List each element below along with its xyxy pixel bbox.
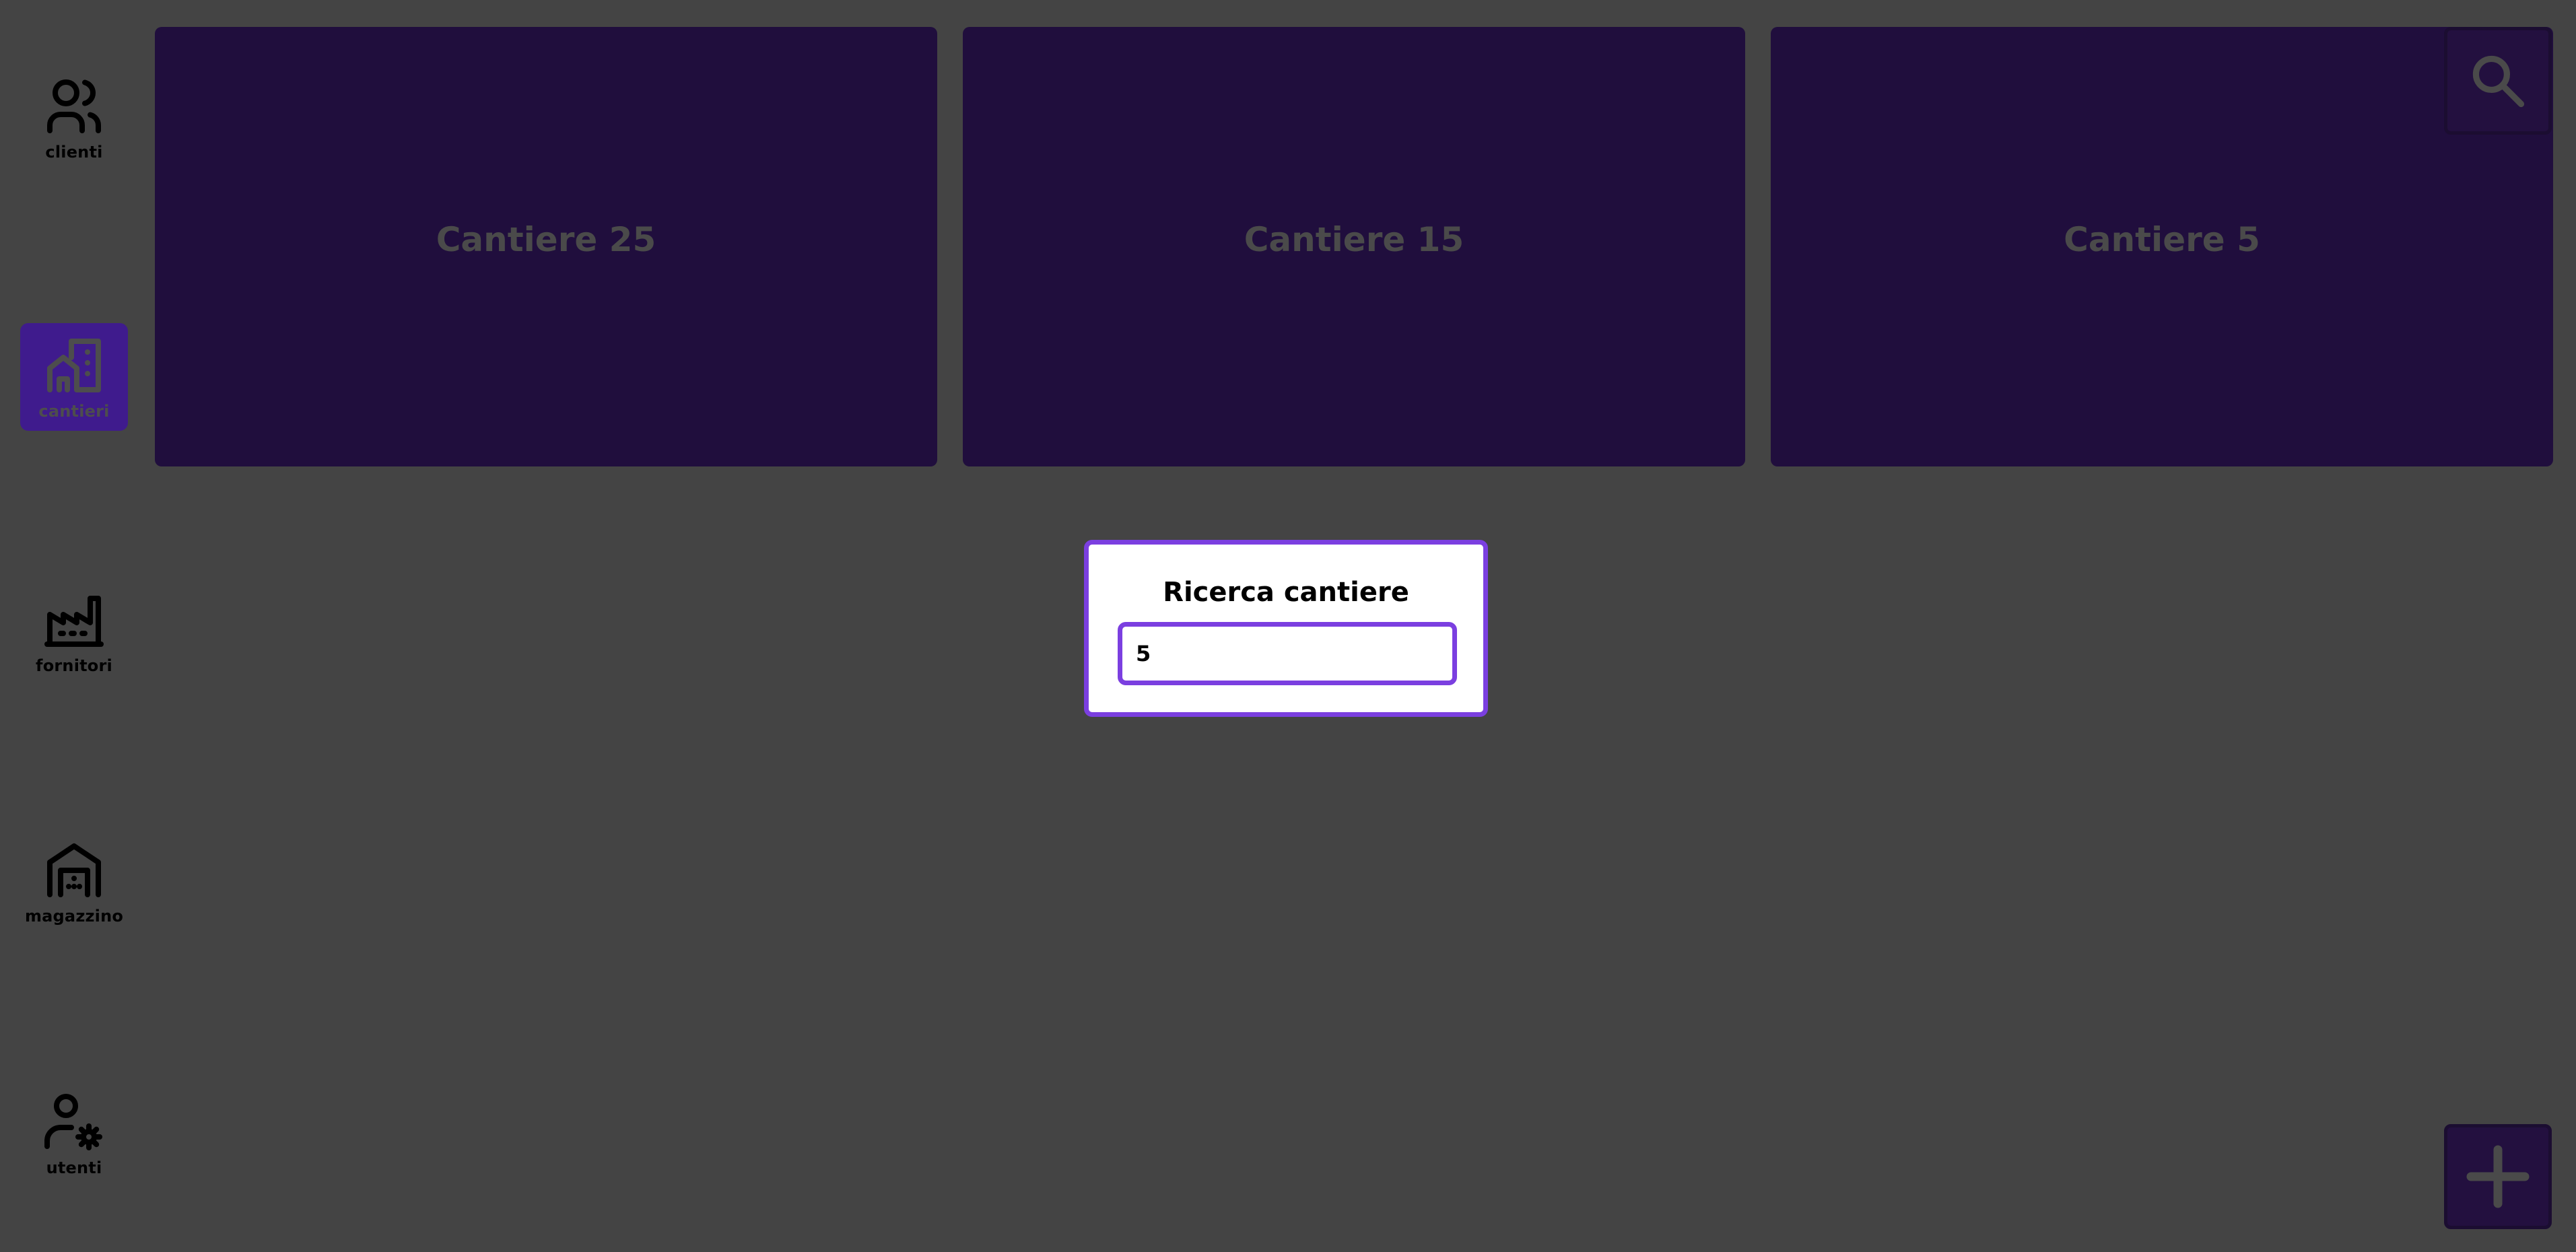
search-icon bbox=[2472, 55, 2525, 108]
user-settings-icon bbox=[44, 1094, 102, 1150]
sidebar: clienti cantieri fornitori magazzino ute… bbox=[0, 0, 148, 1252]
sidebar-item-magazzino[interactable]: magazzino bbox=[20, 828, 128, 936]
cantiere-card[interactable]: Cantiere 25 bbox=[155, 27, 937, 466]
card-title: Cantiere 5 bbox=[2064, 219, 2260, 259]
sidebar-item-utenti[interactable]: utenti bbox=[20, 1080, 128, 1187]
card-title: Cantiere 25 bbox=[436, 219, 656, 259]
add-button[interactable] bbox=[2444, 1124, 2552, 1229]
warehouse-icon bbox=[47, 843, 101, 897]
search-input[interactable] bbox=[1118, 622, 1457, 685]
search-dialog: Ricerca cantiere bbox=[1084, 540, 1488, 717]
sidebar-item-label: clienti bbox=[45, 143, 103, 162]
building-icon bbox=[47, 339, 101, 392]
sidebar-item-label: cantieri bbox=[38, 402, 110, 421]
sidebar-item-cantieri[interactable]: cantieri bbox=[20, 323, 128, 431]
sidebar-item-clienti[interactable]: clienti bbox=[20, 64, 128, 172]
dialog-title: Ricerca cantiere bbox=[1163, 577, 1409, 608]
sidebar-item-label: magazzino bbox=[24, 907, 124, 926]
sidebar-item-fornitori[interactable]: fornitori bbox=[20, 578, 128, 685]
cantiere-card[interactable]: Cantiere 5 bbox=[1771, 27, 2553, 466]
users-icon bbox=[47, 79, 101, 133]
sidebar-item-label: utenti bbox=[46, 1158, 102, 1177]
plus-icon bbox=[2466, 1145, 2530, 1208]
cantiere-card[interactable]: Cantiere 15 bbox=[963, 27, 1745, 466]
search-button[interactable] bbox=[2444, 27, 2552, 135]
card-title: Cantiere 15 bbox=[1244, 219, 1464, 259]
factory-icon bbox=[44, 596, 104, 647]
sidebar-item-label: fornitori bbox=[36, 656, 112, 675]
